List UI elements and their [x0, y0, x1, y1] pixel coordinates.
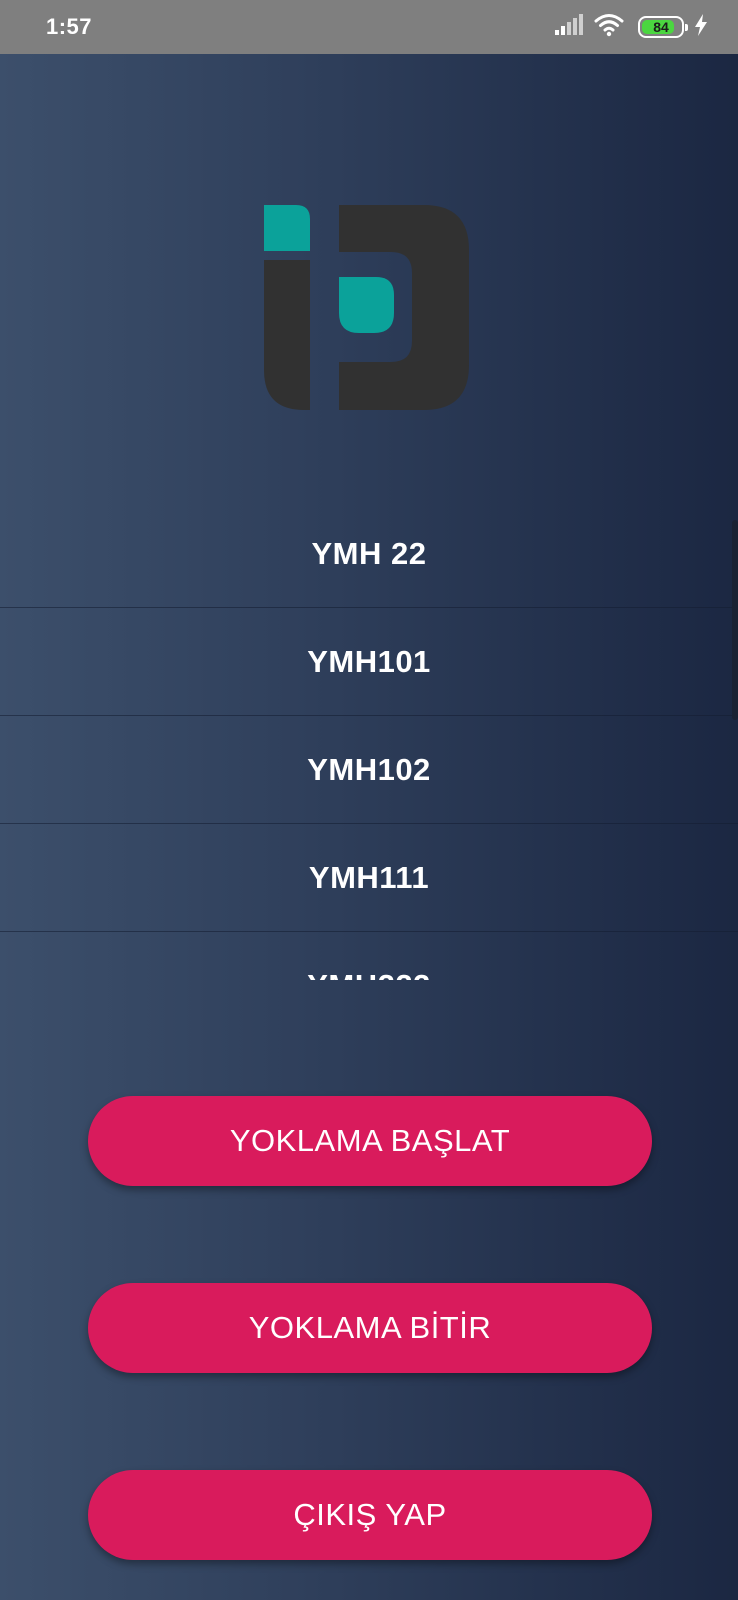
start-attendance-button[interactable]: YOKLAMA BAŞLAT	[88, 1096, 652, 1186]
charging-icon	[694, 13, 708, 41]
list-item[interactable]: YMH102	[0, 716, 738, 824]
app-logo	[264, 205, 474, 415]
status-bar: 1:57 84	[0, 0, 738, 54]
status-icons: 84	[554, 13, 708, 42]
battery-level: 84	[653, 19, 669, 35]
list-item[interactable]: YMH101	[0, 608, 738, 716]
list-item[interactable]: YMH 22	[0, 500, 738, 608]
end-attendance-button[interactable]: YOKLAMA BİTİR	[88, 1283, 652, 1373]
list-scrollbar[interactable]	[732, 520, 738, 720]
battery-icon: 84	[638, 16, 688, 38]
list-item[interactable]: YMH111	[0, 824, 738, 932]
list-item[interactable]: YMH222	[0, 932, 738, 980]
course-list[interactable]: YMH 22 YMH101 YMH102 YMH111 YMH222	[0, 500, 738, 980]
logout-button[interactable]: ÇIKIŞ YAP	[88, 1470, 652, 1560]
signal-icon	[554, 13, 584, 41]
status-time: 1:57	[46, 14, 93, 39]
wifi-icon	[594, 13, 624, 42]
